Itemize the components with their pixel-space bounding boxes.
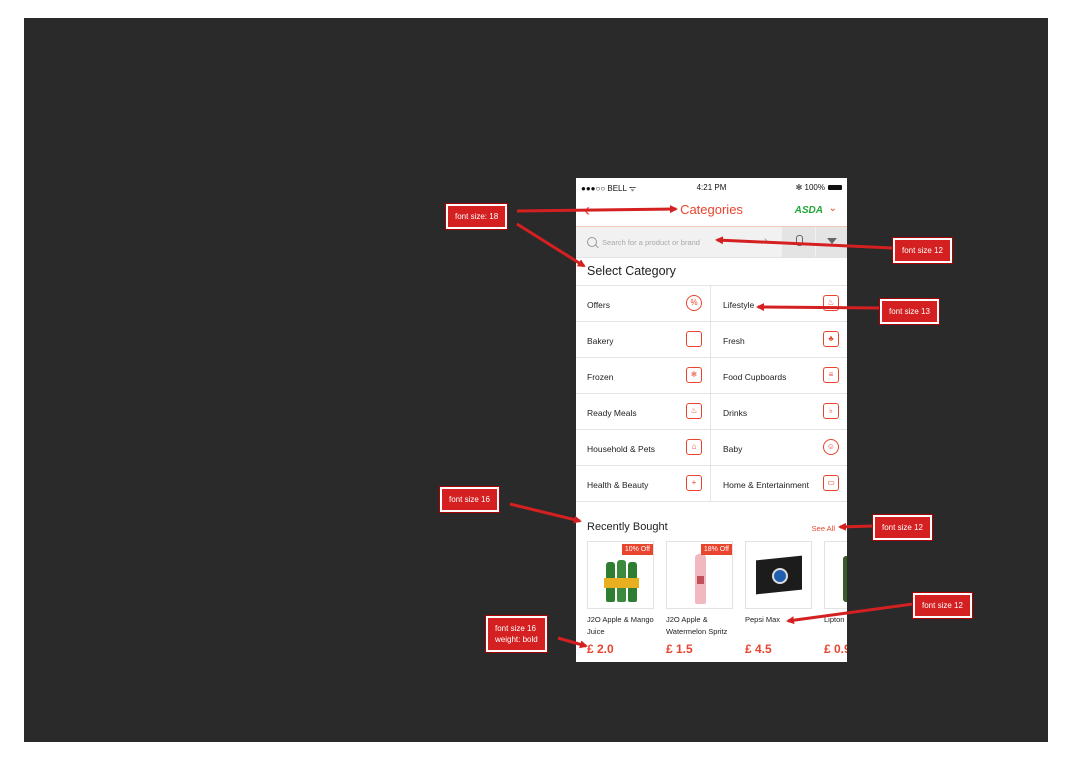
annotation-see-all-font: font size 12 xyxy=(873,515,932,540)
annotation-line: weight: bold xyxy=(495,635,538,644)
annotation-product-name-font: font size 12 xyxy=(913,593,972,618)
annotation-arrow xyxy=(516,222,586,268)
annotation-section-font: font size 16 xyxy=(440,487,499,512)
annotation-price-font: font size 16 weight: bold xyxy=(486,616,547,652)
annotation-title-font: font size: 18 xyxy=(446,204,508,229)
annotation-line: font size 16 xyxy=(495,624,536,633)
annotation-arrow xyxy=(557,636,588,649)
annotation-arrow xyxy=(715,236,894,250)
annotation-arrow xyxy=(786,602,914,625)
annotation-arrow xyxy=(756,303,881,312)
annotation-arrow xyxy=(838,522,874,531)
annotation-search-font: font size 12 xyxy=(893,238,952,263)
annotation-arrow xyxy=(516,205,678,214)
annotation-arrow xyxy=(509,502,582,524)
annotation-category-font: font size 13 xyxy=(880,299,939,324)
